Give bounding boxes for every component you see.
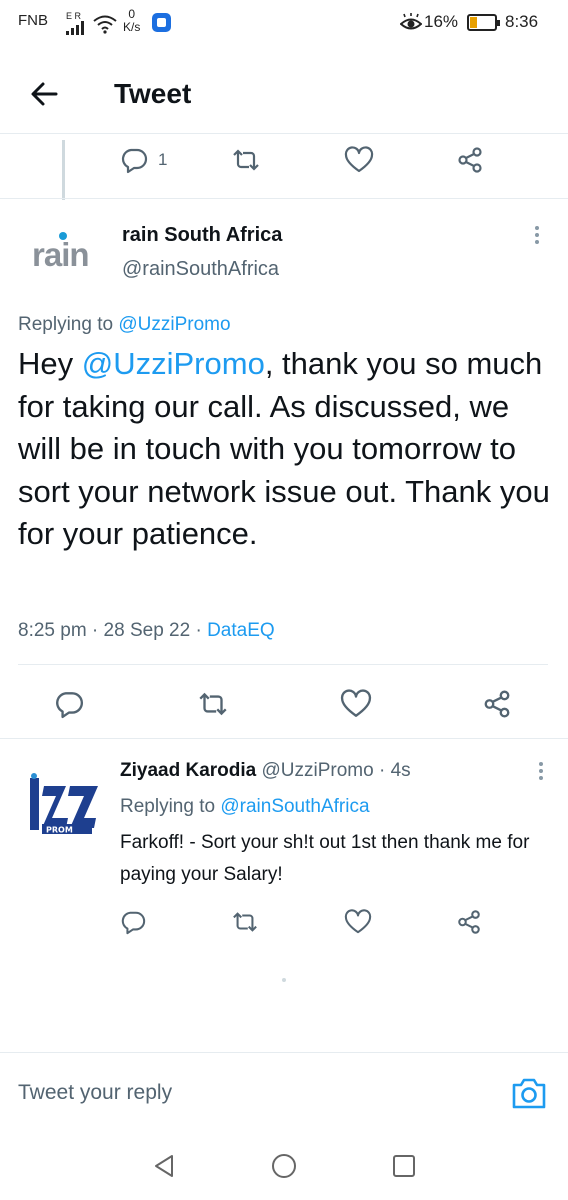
square-recents-icon [393, 1155, 415, 1177]
network-speed-value: 0 [128, 7, 136, 21]
parent-divider [0, 198, 568, 199]
heart-icon [344, 909, 372, 934]
back-button[interactable] [26, 76, 66, 112]
like-action[interactable] [344, 140, 374, 180]
reply-author-handle[interactable]: @UzziPromo [262, 760, 374, 781]
network-speed: 0 K/s [123, 8, 140, 34]
reply-replying-to: Replying to @rainSouthAfrica [120, 796, 370, 818]
signal-label: E R [66, 11, 82, 21]
retweet-icon [233, 912, 257, 932]
arrow-left-icon [31, 82, 58, 106]
reply-count: 1 [158, 150, 168, 169]
share-icon [458, 910, 480, 934]
status-bar: FNB E R 0 K/s 16% 8:36 [0, 0, 568, 48]
app-header: Tweet [0, 60, 568, 130]
carrier-name: FNB [18, 12, 48, 29]
battery-icon [467, 14, 500, 31]
reply-replying-prefix: Replying to [120, 796, 216, 817]
avatar-logo-text: rain [32, 236, 90, 273]
signal-icon: E R [66, 12, 88, 37]
reply-icon [121, 148, 148, 174]
nav-back-button[interactable] [150, 1152, 178, 1180]
reply-action[interactable] [120, 902, 146, 942]
tweet-source-link[interactable]: DataEQ [207, 620, 275, 641]
system-nav-bar [0, 1136, 568, 1200]
retweet-action[interactable] [230, 902, 260, 942]
tweet-date: 28 Sep 22 [103, 620, 191, 641]
reply-icon [56, 692, 84, 719]
tweet-divider [18, 664, 548, 665]
share-icon [484, 690, 510, 718]
retweet-action[interactable] [230, 140, 262, 180]
header-divider [0, 133, 568, 134]
reply-age: 4s [390, 760, 411, 781]
reply-tweet-actions [0, 902, 568, 942]
replying-handle-link[interactable]: @UzziPromo [118, 314, 230, 335]
retweet-icon [199, 692, 227, 716]
eye-comfort-icon [399, 13, 423, 38]
nav-recents-button[interactable] [390, 1152, 418, 1180]
avatar[interactable]: rain [18, 228, 104, 278]
replying-prefix: Replying to [18, 314, 114, 335]
tweet-timestamp: 8:25 pm · 28 Sep 22 · DataEQ [18, 620, 275, 641]
reply-replying-handle-link[interactable]: @rainSouthAfrica [220, 796, 369, 817]
reply-author-line: Ziyaad Karodia @UzziPromo · 4s [120, 760, 411, 781]
share-action[interactable] [456, 902, 482, 942]
page-title: Tweet [114, 78, 192, 109]
nav-home-button[interactable] [270, 1152, 298, 1180]
share-action[interactable] [456, 140, 484, 180]
camera-icon [512, 1078, 546, 1109]
retweet-icon [233, 149, 259, 171]
thread-end-dot [282, 978, 286, 982]
wifi-icon [92, 14, 118, 39]
more-options-icon[interactable] [527, 224, 547, 248]
heart-icon [344, 146, 374, 173]
reply-icon [121, 911, 146, 935]
main-tweet-actions [0, 684, 568, 724]
share-icon [458, 147, 482, 173]
svg-text:PROM: PROM [46, 826, 73, 835]
triangle-back-icon [155, 1155, 173, 1177]
reply-action[interactable] [54, 684, 84, 724]
reply-author-name[interactable]: Ziyaad Karodia [120, 760, 256, 781]
network-speed-unit: K/s [123, 20, 141, 34]
author-handle[interactable]: @rainSouthAfrica [122, 258, 279, 281]
reply-composer: Tweet your reply [0, 1052, 568, 1136]
clock: 8:36 [505, 12, 539, 31]
replying-to: Replying to @UzziPromo [18, 314, 231, 336]
reply-more-options-icon[interactable] [531, 760, 551, 784]
reply-action[interactable]: 1 [120, 140, 167, 180]
tweet-text-prefix: Hey [18, 346, 74, 381]
heart-icon [340, 689, 372, 717]
like-action[interactable] [340, 684, 372, 724]
reply-avatar[interactable]: PROM [18, 772, 104, 842]
like-action[interactable] [344, 902, 372, 942]
author-name[interactable]: rain South Africa [122, 224, 282, 247]
app-notification-icon [152, 13, 171, 32]
reply-input[interactable]: Tweet your reply [18, 1081, 172, 1105]
camera-button[interactable] [510, 1075, 548, 1111]
tweet-text: Hey @UzziPromo, thank you so much for ta… [18, 343, 558, 556]
battery-percent: 16% [424, 12, 459, 31]
tweet-time: 8:25 pm [18, 620, 87, 641]
reply-text: Farkoff! - Sort your sh!t out 1st then t… [120, 832, 530, 885]
mention-link[interactable]: @UzziPromo [82, 346, 265, 381]
main-tweet-divider [0, 738, 568, 739]
share-action[interactable] [482, 684, 512, 724]
circle-home-icon [272, 1154, 296, 1178]
retweet-action[interactable] [196, 684, 230, 724]
izz-logo: PROM [30, 773, 98, 835]
parent-tweet-actions: 1 [0, 140, 568, 180]
